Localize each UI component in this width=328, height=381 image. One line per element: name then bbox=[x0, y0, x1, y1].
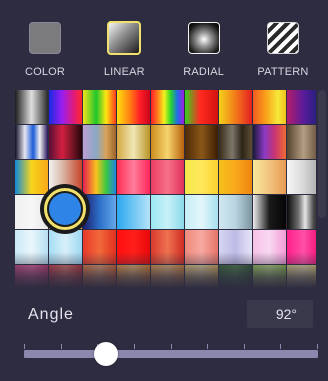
slider-tick bbox=[171, 344, 172, 349]
angle-value-field[interactable]: 92° bbox=[247, 300, 313, 328]
angle-row: Angle 92° bbox=[0, 288, 328, 338]
solid-color-icon bbox=[29, 22, 61, 54]
gradient-swatch[interactable] bbox=[15, 90, 48, 124]
tab-radial[interactable]: RADIAL bbox=[165, 0, 243, 88]
angle-slider-thumb[interactable] bbox=[94, 342, 118, 366]
gradient-swatch[interactable] bbox=[83, 230, 116, 264]
gradient-swatch[interactable] bbox=[151, 90, 184, 124]
gradient-swatch[interactable] bbox=[49, 230, 82, 264]
gradient-swatch[interactable] bbox=[253, 265, 286, 288]
gradient-swatch[interactable] bbox=[219, 160, 252, 194]
slider-tick bbox=[134, 344, 135, 349]
swatch-row bbox=[15, 90, 316, 124]
slider-tick bbox=[207, 344, 208, 349]
gradient-swatch[interactable] bbox=[287, 265, 316, 288]
tab-linear-label: LINEAR bbox=[103, 66, 145, 78]
gradient-swatch[interactable] bbox=[117, 125, 150, 159]
gradient-swatch[interactable] bbox=[219, 195, 252, 229]
swatch-scrollbar[interactable] bbox=[316, 90, 328, 288]
fill-type-tabs: COLOR LINEAR RADIAL PATTERN bbox=[0, 0, 328, 88]
gradient-swatch[interactable] bbox=[185, 230, 218, 264]
angle-label: Angle bbox=[28, 306, 74, 323]
gradient-swatch[interactable] bbox=[185, 265, 218, 288]
tab-color-label: COLOR bbox=[24, 66, 66, 78]
slider-tick bbox=[280, 344, 281, 349]
swatch-row bbox=[15, 125, 316, 159]
gradient-swatch[interactable] bbox=[83, 160, 116, 194]
gradient-swatch[interactable] bbox=[117, 160, 150, 194]
gradient-swatch[interactable] bbox=[15, 160, 48, 194]
gradient-swatch[interactable] bbox=[253, 90, 286, 124]
gradient-swatch[interactable] bbox=[287, 230, 316, 264]
angle-slider-track[interactable] bbox=[24, 350, 318, 358]
gradient-swatch[interactable] bbox=[15, 265, 48, 288]
gradient-swatch[interactable] bbox=[49, 125, 82, 159]
radial-gradient-icon bbox=[187, 22, 220, 54]
gradient-swatch[interactable] bbox=[219, 230, 252, 264]
linear-gradient-icon bbox=[107, 21, 142, 55]
gradient-swatch[interactable] bbox=[151, 125, 184, 159]
gradient-swatch[interactable] bbox=[185, 125, 218, 159]
gradient-swatch[interactable] bbox=[219, 125, 252, 159]
gradient-swatch[interactable] bbox=[219, 265, 252, 288]
swatch-row bbox=[15, 230, 316, 264]
pattern-icon bbox=[266, 22, 299, 54]
gradient-swatch[interactable] bbox=[287, 90, 316, 124]
selected-swatch-ring bbox=[44, 188, 86, 230]
tab-color[interactable]: COLOR bbox=[6, 0, 84, 88]
gradient-swatch[interactable] bbox=[253, 230, 286, 264]
gradient-swatch[interactable] bbox=[49, 90, 82, 124]
gradient-swatch[interactable] bbox=[117, 90, 150, 124]
tab-pattern-label: PATTERN bbox=[257, 66, 309, 78]
selected-swatch-marker[interactable] bbox=[40, 184, 90, 234]
slider-tick bbox=[24, 344, 25, 349]
gradient-swatch[interactable] bbox=[253, 125, 286, 159]
gradient-swatch[interactable] bbox=[151, 230, 184, 264]
gradient-swatch[interactable] bbox=[219, 90, 252, 124]
angle-value: 92° bbox=[275, 306, 297, 322]
gradient-swatch[interactable] bbox=[83, 125, 116, 159]
gradient-swatch[interactable] bbox=[151, 160, 184, 194]
gradient-swatch[interactable] bbox=[49, 265, 82, 288]
gradient-swatch[interactable] bbox=[287, 195, 316, 229]
gradient-swatch[interactable] bbox=[117, 195, 150, 229]
gradient-swatch[interactable] bbox=[151, 195, 184, 229]
tab-radial-label: RADIAL bbox=[183, 66, 225, 78]
gradient-swatch[interactable] bbox=[253, 195, 286, 229]
tab-pattern[interactable]: PATTERN bbox=[244, 0, 322, 88]
tab-linear[interactable]: LINEAR bbox=[85, 0, 163, 88]
gradient-swatch[interactable] bbox=[15, 230, 48, 264]
slider-tick bbox=[317, 344, 318, 349]
gradient-swatch[interactable] bbox=[83, 90, 116, 124]
gradient-swatch[interactable] bbox=[185, 195, 218, 229]
gradient-swatch[interactable] bbox=[117, 230, 150, 264]
gradient-picker-panel: COLOR LINEAR RADIAL PATTERN Angle 92° bbox=[0, 0, 328, 381]
gradient-swatch[interactable] bbox=[151, 265, 184, 288]
swatch-scrollbar-thumb[interactable] bbox=[318, 90, 326, 218]
slider-tick bbox=[61, 344, 62, 349]
gradient-swatch[interactable] bbox=[287, 160, 316, 194]
gradient-swatch[interactable] bbox=[117, 265, 150, 288]
gradient-swatch[interactable] bbox=[83, 265, 116, 288]
angle-slider[interactable] bbox=[24, 340, 318, 370]
slider-tick bbox=[244, 344, 245, 349]
gradient-swatch[interactable] bbox=[253, 160, 286, 194]
gradient-swatch[interactable] bbox=[185, 90, 218, 124]
gradient-swatch[interactable] bbox=[185, 160, 218, 194]
selected-color-dot bbox=[49, 193, 81, 225]
gradient-swatch[interactable] bbox=[15, 125, 48, 159]
gradient-swatch[interactable] bbox=[287, 125, 316, 159]
swatch-row bbox=[15, 265, 316, 288]
